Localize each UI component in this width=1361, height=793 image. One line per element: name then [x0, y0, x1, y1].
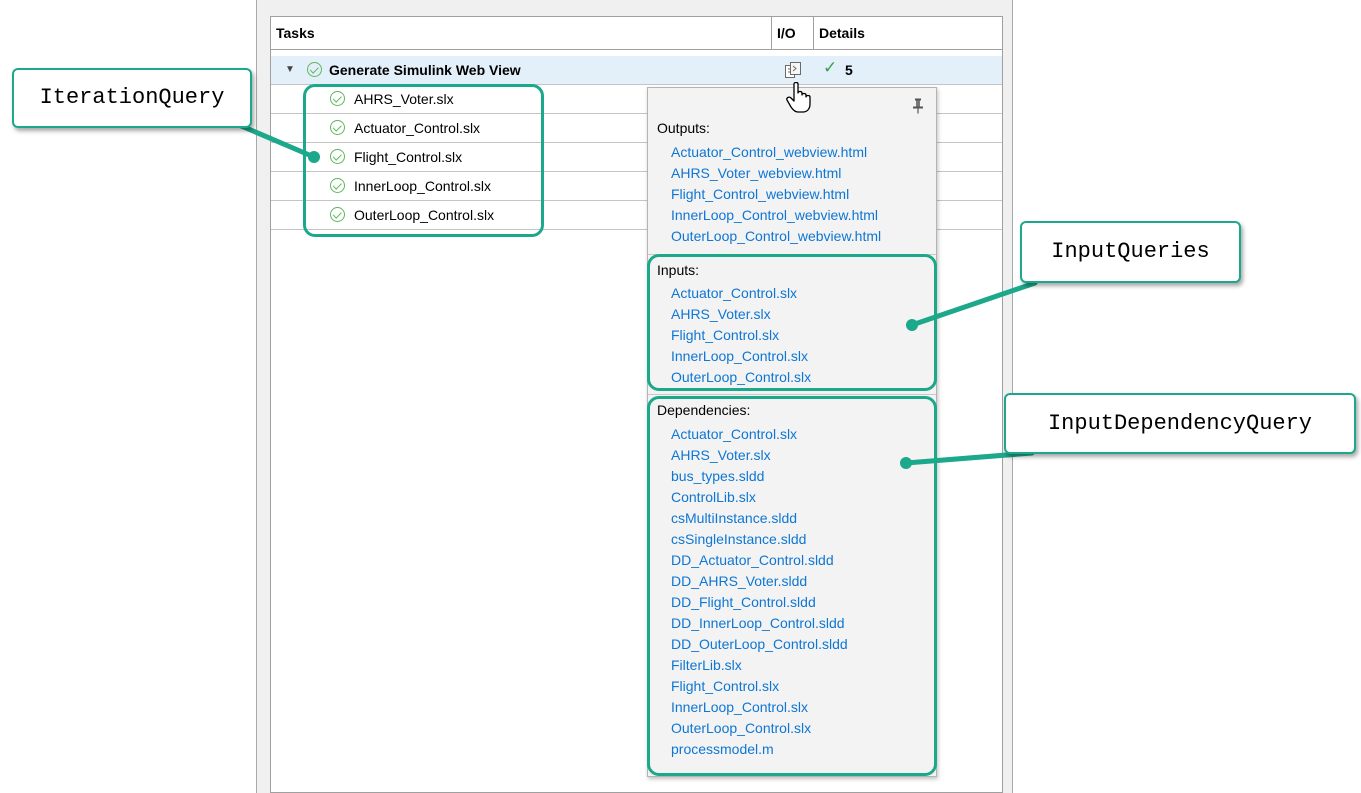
- input-dependency-query-callout: InputDependencyQuery: [1004, 393, 1356, 454]
- iteration-query-callout: IterationQuery: [12, 68, 252, 128]
- input-queries-callout: InputQueries: [1020, 221, 1241, 283]
